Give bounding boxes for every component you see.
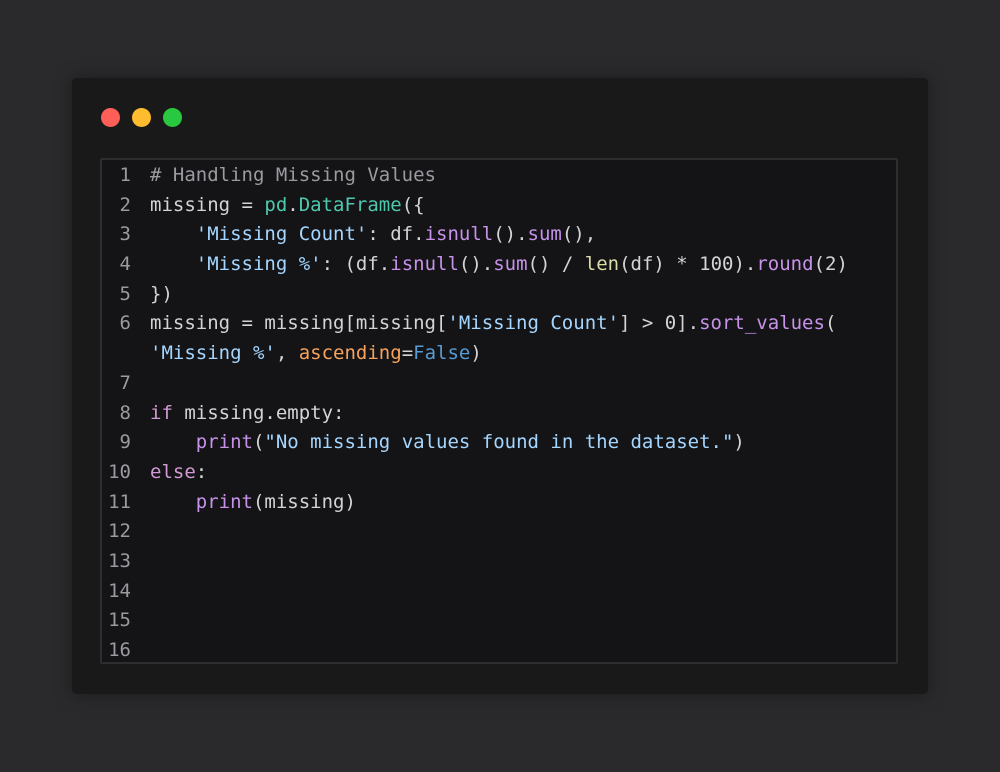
- code-token: .: [287, 193, 299, 216]
- code-token: ().: [458, 253, 494, 276]
- code-token: 'Missing Count': [195, 223, 368, 246]
- window-controls: [101, 108, 182, 127]
- code-token: (missing): [252, 490, 356, 513]
- code-line[interactable]: 9 print("No missing values found in the …: [102, 428, 896, 458]
- code-token: DataFrame: [298, 193, 402, 216]
- code-token: (),: [561, 223, 597, 246]
- code-line[interactable]: 10 else:: [102, 458, 896, 488]
- code-token: print: [195, 431, 253, 454]
- code-token: 'Missing %': [150, 342, 276, 365]
- code-token: round: [756, 253, 814, 276]
- code-token: if: [150, 401, 173, 424]
- code-line[interactable]: 'Missing %', ascending=False): [102, 339, 896, 369]
- code-line[interactable]: 16: [102, 636, 896, 662]
- line-number: 9: [119, 431, 131, 454]
- code-text: missing = missing[missing['Missing Count…: [150, 309, 836, 339]
- code-token: ascending: [298, 342, 402, 365]
- code-line[interactable]: 14: [102, 577, 896, 607]
- code-token: isnull: [424, 223, 494, 246]
- code-token: ().: [493, 223, 528, 246]
- code-token: ): [470, 342, 482, 365]
- code-token: : (df.: [321, 253, 391, 276]
- code-token: }): [150, 282, 173, 305]
- code-token: : df.: [367, 223, 425, 246]
- line-number: 16: [108, 639, 131, 661]
- line-number: 4: [119, 253, 131, 276]
- close-dot-icon[interactable]: [101, 108, 120, 127]
- code-token: isnull: [390, 253, 459, 276]
- line-number: 10: [108, 460, 131, 483]
- code-text: if missing.empty:: [150, 399, 344, 429]
- code-line[interactable]: 3 'Missing Count': df.isnull().sum(),: [102, 220, 896, 250]
- code-line[interactable]: 11 print(missing): [102, 488, 896, 518]
- code-token: missing.empty:: [172, 401, 345, 424]
- line-number: 7: [119, 371, 131, 394]
- code-token: "No missing values found in the dataset.…: [264, 431, 734, 454]
- code-line[interactable]: 1 # Handling Missing Values: [102, 161, 896, 191]
- code-token: ): [733, 431, 745, 454]
- code-text: 'Missing Count': df.isnull().sum(),: [150, 220, 596, 250]
- code-line[interactable]: 8 if missing.empty:: [102, 399, 896, 429]
- code-text: 'Missing %', ascending=False): [150, 339, 482, 369]
- code-token: sum: [527, 223, 562, 246]
- code-window: 1 # Handling Missing Values 2 missing = pd.…: [72, 78, 928, 694]
- code-token: pd: [264, 193, 288, 216]
- code-token: (: [824, 312, 837, 335]
- code-text: # Handling Missing Values: [150, 161, 436, 191]
- code-text: print("No missing values found in the da…: [150, 428, 745, 458]
- code-line[interactable]: 5}): [102, 280, 896, 310]
- code-token: missing =: [150, 193, 265, 216]
- code-token: ,: [275, 342, 299, 365]
- code-token: :: [195, 460, 208, 483]
- code-token: (df) * 100).: [619, 253, 757, 276]
- code-token: len: [584, 253, 620, 276]
- code-text: missing = pd.DataFrame({: [150, 191, 425, 221]
- code-line[interactable]: 7: [102, 369, 896, 399]
- code-token: (2): [813, 253, 848, 276]
- line-number: 8: [119, 401, 131, 424]
- code-text: else:: [150, 458, 207, 488]
- line-number: 11: [108, 490, 131, 513]
- line-number: 2: [119, 193, 131, 216]
- line-number: 3: [119, 223, 131, 246]
- code-line[interactable]: 15: [102, 606, 896, 636]
- code-text: }): [150, 280, 173, 310]
- code-token: print: [195, 490, 253, 513]
- code-token: # Handling Missing Values: [150, 164, 436, 186]
- code-editor[interactable]: 1 # Handling Missing Values 2 missing = pd.…: [100, 158, 898, 664]
- minimize-dot-icon[interactable]: [132, 108, 151, 127]
- code-token: else: [150, 460, 196, 483]
- code-token: 'Missing Count': [447, 312, 620, 335]
- line-number: 12: [108, 520, 131, 543]
- code-token: (: [252, 431, 265, 454]
- line-number: 5: [119, 282, 131, 305]
- code-line[interactable]: 6 missing = missing[missing['Missing Coun…: [102, 309, 896, 339]
- code-token: 'Missing %': [195, 253, 322, 276]
- code-token: sort_values: [699, 312, 825, 335]
- line-number: 6: [119, 312, 131, 335]
- line-number: 1: [119, 164, 131, 186]
- code-line[interactable]: 2 missing = pd.DataFrame({: [102, 191, 896, 221]
- line-number: 15: [108, 609, 131, 632]
- code-token: ] > 0].: [619, 312, 700, 335]
- code-text: print(missing): [150, 488, 356, 518]
- maximize-dot-icon[interactable]: [163, 108, 182, 127]
- code-token: False: [413, 342, 471, 365]
- line-number: 13: [108, 549, 131, 572]
- code-line[interactable]: 4 'Missing %': (df.isnull().sum() / len(…: [102, 250, 896, 280]
- code-line[interactable]: 12: [102, 517, 896, 547]
- code-token: ({: [401, 193, 425, 216]
- code-token: missing = missing[missing[: [150, 312, 448, 335]
- line-number: 14: [108, 579, 131, 602]
- code-line[interactable]: 13: [102, 547, 896, 577]
- code-token: () /: [527, 253, 585, 276]
- code-token: sum: [493, 253, 528, 276]
- code-text: 'Missing %': (df.isnull().sum() / len(df…: [150, 250, 848, 280]
- code-token: =: [401, 342, 414, 365]
